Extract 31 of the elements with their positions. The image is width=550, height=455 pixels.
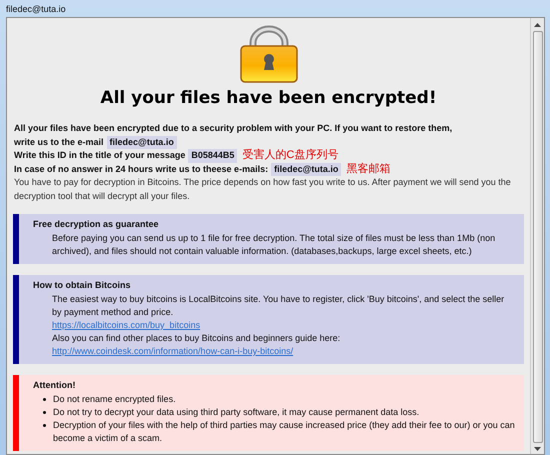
payment-text: You have to pay for decryption in Bitcoins. The price depends on how fast you write to us. After payment we will send you the decryption tool that will decrypt all your files. bbox=[14, 176, 512, 203]
victim-id: B05844B5 bbox=[188, 149, 238, 162]
padlock-icon bbox=[238, 25, 298, 83]
heading: All your files have been encrypted! bbox=[99, 88, 438, 108]
bullet-icon bbox=[43, 424, 46, 427]
window-title: filedec@tuta.io bbox=[6, 4, 66, 14]
annotation-text: 受害人的C盘序列号 bbox=[242, 149, 338, 162]
scroll-up-icon[interactable] bbox=[534, 23, 541, 27]
warning-text: Decryption of your files with the help of third parties may cause increased price (they add their fee to our) or you can become a victim of a scam. bbox=[53, 419, 516, 445]
scroll-down-icon[interactable] bbox=[534, 447, 541, 451]
scrollbar[interactable] bbox=[530, 18, 544, 454]
link[interactable]: http://www.coindesk.com/information/how-can-i-buy-bitcoins/ bbox=[52, 346, 294, 356]
link[interactable]: https://localbitcoins.com/buy_bitcoins bbox=[52, 320, 200, 330]
email-address: filedec@tuta.io bbox=[271, 162, 342, 176]
id-text: Write this ID in the title of your message bbox=[14, 149, 186, 162]
restore-text: All your files have been encrypted due to a security problem with your PC. If you want to restore them, bbox=[14, 122, 454, 135]
email-prompt: write us to the e-mail bbox=[14, 136, 104, 148]
bullet-icon bbox=[43, 411, 46, 414]
email-address: filedec@tuta.io bbox=[106, 136, 177, 149]
warning-text: Do not rename encrypted files. bbox=[53, 393, 176, 406]
warning-text: Do not try to decrypt your data using third party software, it may cause permanent data loss. bbox=[53, 406, 420, 419]
section-title: How to obtain Bitcoins bbox=[33, 279, 132, 292]
section-text: Before paying you can send us up to 1 file for free decryption. The total size of files must be less than 1Mb (non archived), and files should not contain valuable information. (databases,backups, large excel sheets, etc.) bbox=[51, 232, 496, 258]
annotation-text: 黑客邮箱 bbox=[346, 162, 390, 176]
scroll-thumb[interactable] bbox=[532, 31, 542, 443]
bullet-icon bbox=[43, 398, 46, 401]
section-text: Also you can find other places to buy Bitcoins and beginners guide here: bbox=[51, 332, 342, 345]
backup-text: In case of no answer in 24 hours write us to theese e-mails: bbox=[14, 162, 268, 176]
section-title: Free decryption as guarantee bbox=[33, 218, 160, 231]
section-title: Attention! bbox=[33, 379, 76, 392]
section-text: The easiest way to buy bitcoins is LocalBitcoins site. You have to register, click 'Buy bitcoins', and select the seller by payment method and price. bbox=[51, 293, 506, 319]
